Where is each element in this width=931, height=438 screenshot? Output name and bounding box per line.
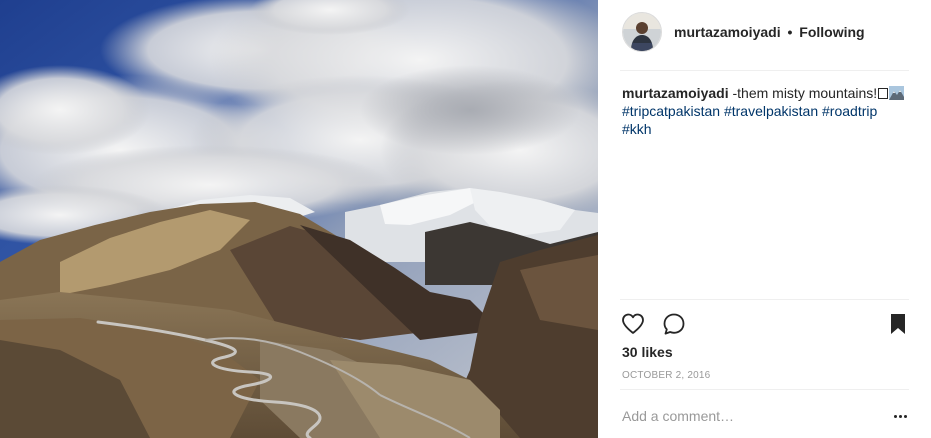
likes-count[interactable]: 30 likes (622, 344, 673, 360)
hashtag-link[interactable]: #travelpakistan (724, 103, 818, 119)
comment-divider (620, 389, 909, 390)
actions-divider (620, 299, 909, 300)
bookmark-filled-icon[interactable] (885, 311, 911, 337)
avatar-image (623, 13, 661, 51)
post-date: OCTOBER 2, 2016 (622, 370, 711, 381)
more-options-icon[interactable] (891, 406, 909, 426)
add-comment-input[interactable] (620, 400, 860, 432)
header-divider (620, 70, 909, 71)
heart-outline-icon[interactable] (620, 311, 646, 337)
hashtag-link[interactable]: #roadtrip (822, 103, 877, 119)
user-avatar[interactable] (622, 12, 662, 52)
hashtag-link[interactable]: #kkh (622, 121, 652, 137)
more-dot (898, 414, 902, 418)
caption-username-link[interactable]: murtazamoiyadi (622, 85, 729, 101)
following-button[interactable]: Following (799, 24, 864, 40)
more-dot (893, 414, 897, 418)
speech-bubble-icon[interactable] (661, 311, 687, 337)
caption-text: -them misty mountains! (732, 85, 878, 101)
post-photo[interactable] (0, 0, 598, 438)
mountain-landscape-image (0, 0, 598, 438)
hashtag-link[interactable]: #tripcatpakistan (622, 103, 720, 119)
post-side-panel: murtazamoiyadi • Following murtazamoiyad… (598, 0, 931, 438)
mountain-emoji-icon (889, 86, 905, 100)
post-caption: murtazamoiyadi -them misty mountains! #t… (622, 84, 912, 138)
unsupported-emoji-icon (878, 88, 889, 99)
header-text: murtazamoiyadi • Following (674, 24, 865, 40)
post-actions (622, 311, 909, 337)
username-link[interactable]: murtazamoiyadi (674, 24, 781, 40)
header-separator: • (787, 24, 793, 40)
more-dot (903, 414, 907, 418)
post-header: murtazamoiyadi • Following (622, 12, 909, 52)
